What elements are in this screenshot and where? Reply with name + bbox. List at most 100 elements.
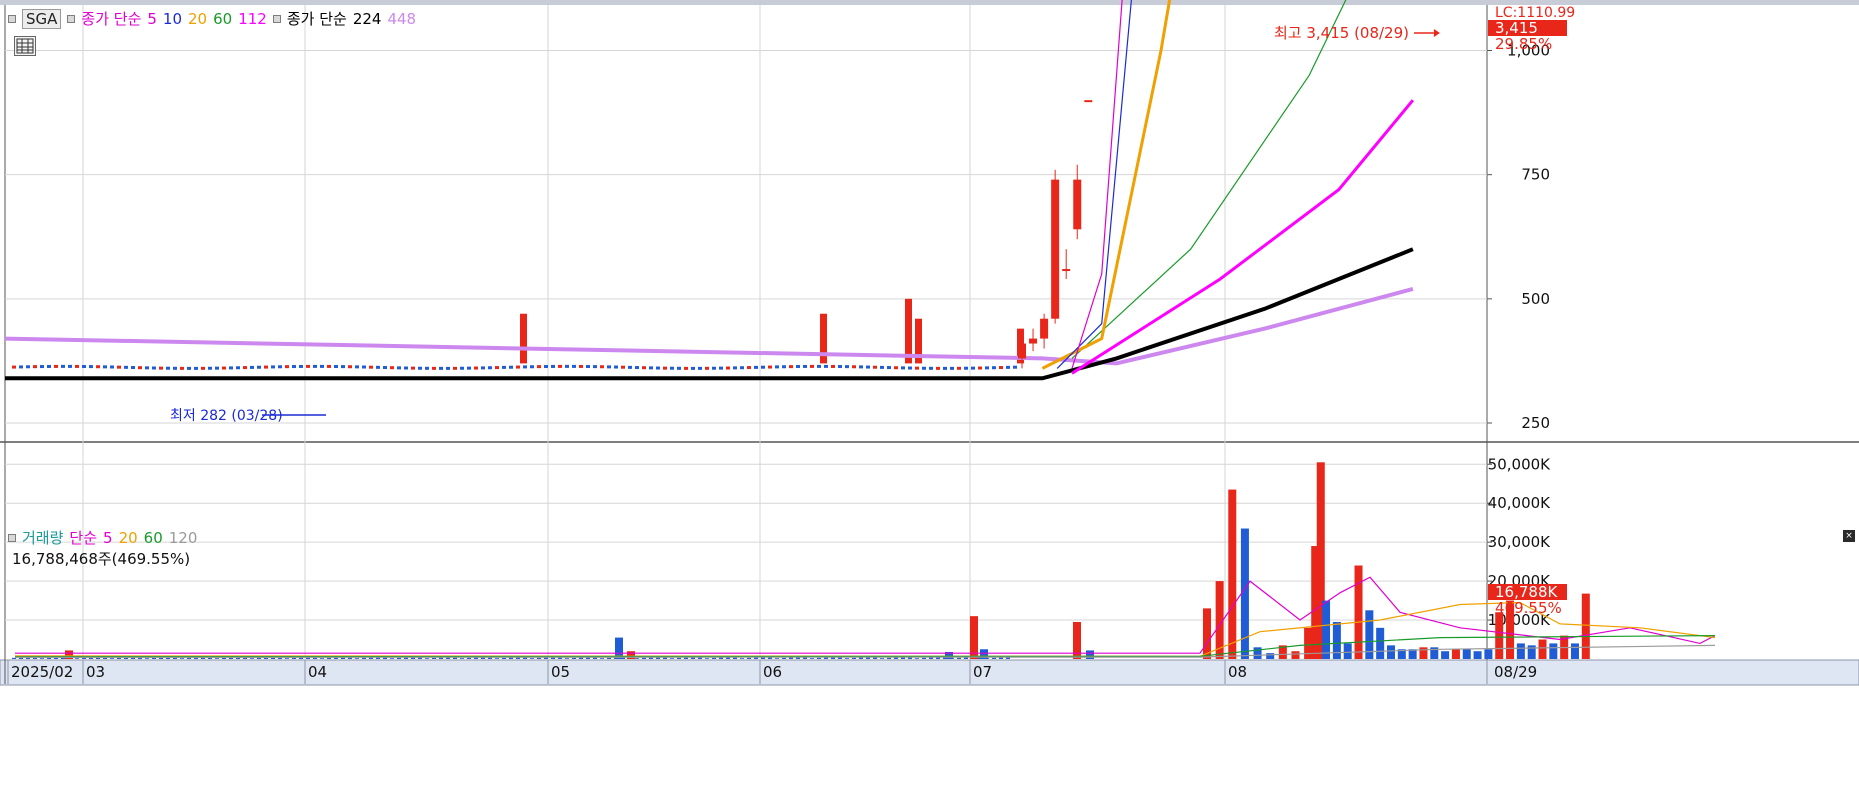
price-candle [691, 366, 695, 370]
price-candle [1084, 100, 1093, 103]
volume-bar [1311, 546, 1320, 659]
volume-title: 거래량 [22, 529, 64, 547]
price-candle [950, 366, 954, 370]
volume-bar [1516, 643, 1525, 659]
volume-bar [320, 658, 324, 659]
price-candle [1040, 318, 1049, 339]
volume-bar [1581, 593, 1590, 659]
close-icon[interactable]: × [1843, 530, 1855, 542]
price-candle [376, 365, 380, 369]
price-candle [180, 366, 184, 370]
price-candle [817, 364, 821, 368]
price-candle [383, 366, 387, 370]
price-candle [1073, 179, 1082, 230]
price-candle [565, 364, 569, 368]
price-candle [278, 365, 282, 369]
legend-checkbox[interactable] [67, 14, 76, 23]
volume-bar [495, 658, 499, 659]
price-candle [411, 366, 415, 370]
volume-bar [390, 658, 394, 659]
price-candle [810, 364, 814, 368]
volume-bar [355, 658, 359, 659]
price-candle [488, 366, 492, 370]
price-candle [390, 366, 394, 370]
price-candle [978, 366, 982, 370]
x-tick-label: 08 [1228, 663, 1247, 681]
price-candle [859, 365, 863, 369]
price-candle [775, 365, 779, 369]
price-candle [103, 365, 107, 369]
price-candle [740, 366, 744, 370]
volume-bar [635, 658, 639, 659]
price-candle [593, 365, 597, 369]
volume-bar [1549, 643, 1558, 659]
volume-bar [922, 657, 926, 659]
price-candle [418, 366, 422, 370]
price-candle [110, 365, 114, 369]
price-candle [915, 366, 919, 370]
ma20-label: 20 [188, 9, 208, 28]
price-candle [530, 365, 534, 369]
price-tick-label: 500 [1521, 290, 1550, 308]
volume-tick-label: 40,000K [1488, 494, 1551, 512]
volume-bar [257, 657, 261, 659]
volume-bar [775, 658, 779, 659]
volume-bar [460, 658, 464, 659]
volume-bar [1322, 600, 1331, 659]
volume-bar [222, 657, 226, 659]
price-candle [600, 365, 604, 369]
ma10-label: 10 [162, 9, 183, 28]
volume-bar [915, 658, 919, 659]
price-candle [446, 366, 450, 370]
price-candle [670, 366, 674, 370]
x-tick-label: 05 [551, 663, 570, 681]
price-candle [649, 366, 653, 370]
price-candle [474, 366, 478, 370]
top-right-label: LC:1110.99 [1495, 5, 1575, 21]
price-candle [782, 365, 786, 369]
ma-label: 종가 단순 [81, 10, 142, 28]
low-annotation: 최저 282 (03/28) [170, 408, 283, 424]
price-candle [236, 366, 240, 370]
price-candle [425, 366, 429, 370]
volume-bar [12, 657, 16, 659]
volume-bar [537, 657, 541, 659]
price-candle [845, 365, 849, 369]
price-candle [838, 365, 842, 369]
volume-bar [1332, 621, 1341, 659]
price-candle [320, 364, 324, 368]
price-candle [663, 366, 667, 370]
symbol-label[interactable]: SGA [22, 8, 62, 29]
price-candle [803, 364, 807, 368]
price-candle [1006, 365, 1010, 369]
legend-checkbox[interactable] [8, 14, 16, 23]
price-candle [215, 366, 219, 370]
x-tick-label: 04 [308, 663, 327, 681]
legend-checkbox[interactable] [272, 14, 281, 23]
price-legend: SGA 종가 단순 5 10 20 60 112 종가 단순 224 448 [8, 8, 416, 29]
price-candle [334, 365, 338, 369]
volume-bar [1462, 649, 1471, 659]
price-candle [152, 366, 156, 370]
volume-bar [250, 658, 254, 659]
volume-bar [642, 657, 646, 659]
price-candle [481, 366, 485, 370]
volume-ma-label: 단순 [69, 529, 98, 547]
volume-bar [1253, 647, 1262, 659]
price-candle [40, 365, 44, 369]
price-candle [257, 365, 261, 369]
chart-canvas[interactable]: 2025/0203040506070808/292505007501,0001,… [0, 0, 1859, 811]
price-candle [306, 364, 310, 368]
grid-toggle-icon[interactable] [14, 36, 36, 56]
volume-bar [1570, 643, 1579, 659]
price-candle [439, 366, 443, 370]
x-tick-label: 06 [763, 663, 782, 681]
price-candle [117, 365, 121, 369]
legend-checkbox[interactable] [8, 533, 16, 542]
price-candle [922, 366, 926, 370]
volume-bar [1451, 649, 1460, 659]
volume-bar [740, 658, 744, 659]
price-candle [432, 366, 436, 370]
price-candle [726, 366, 730, 370]
volume-bar [187, 657, 191, 659]
